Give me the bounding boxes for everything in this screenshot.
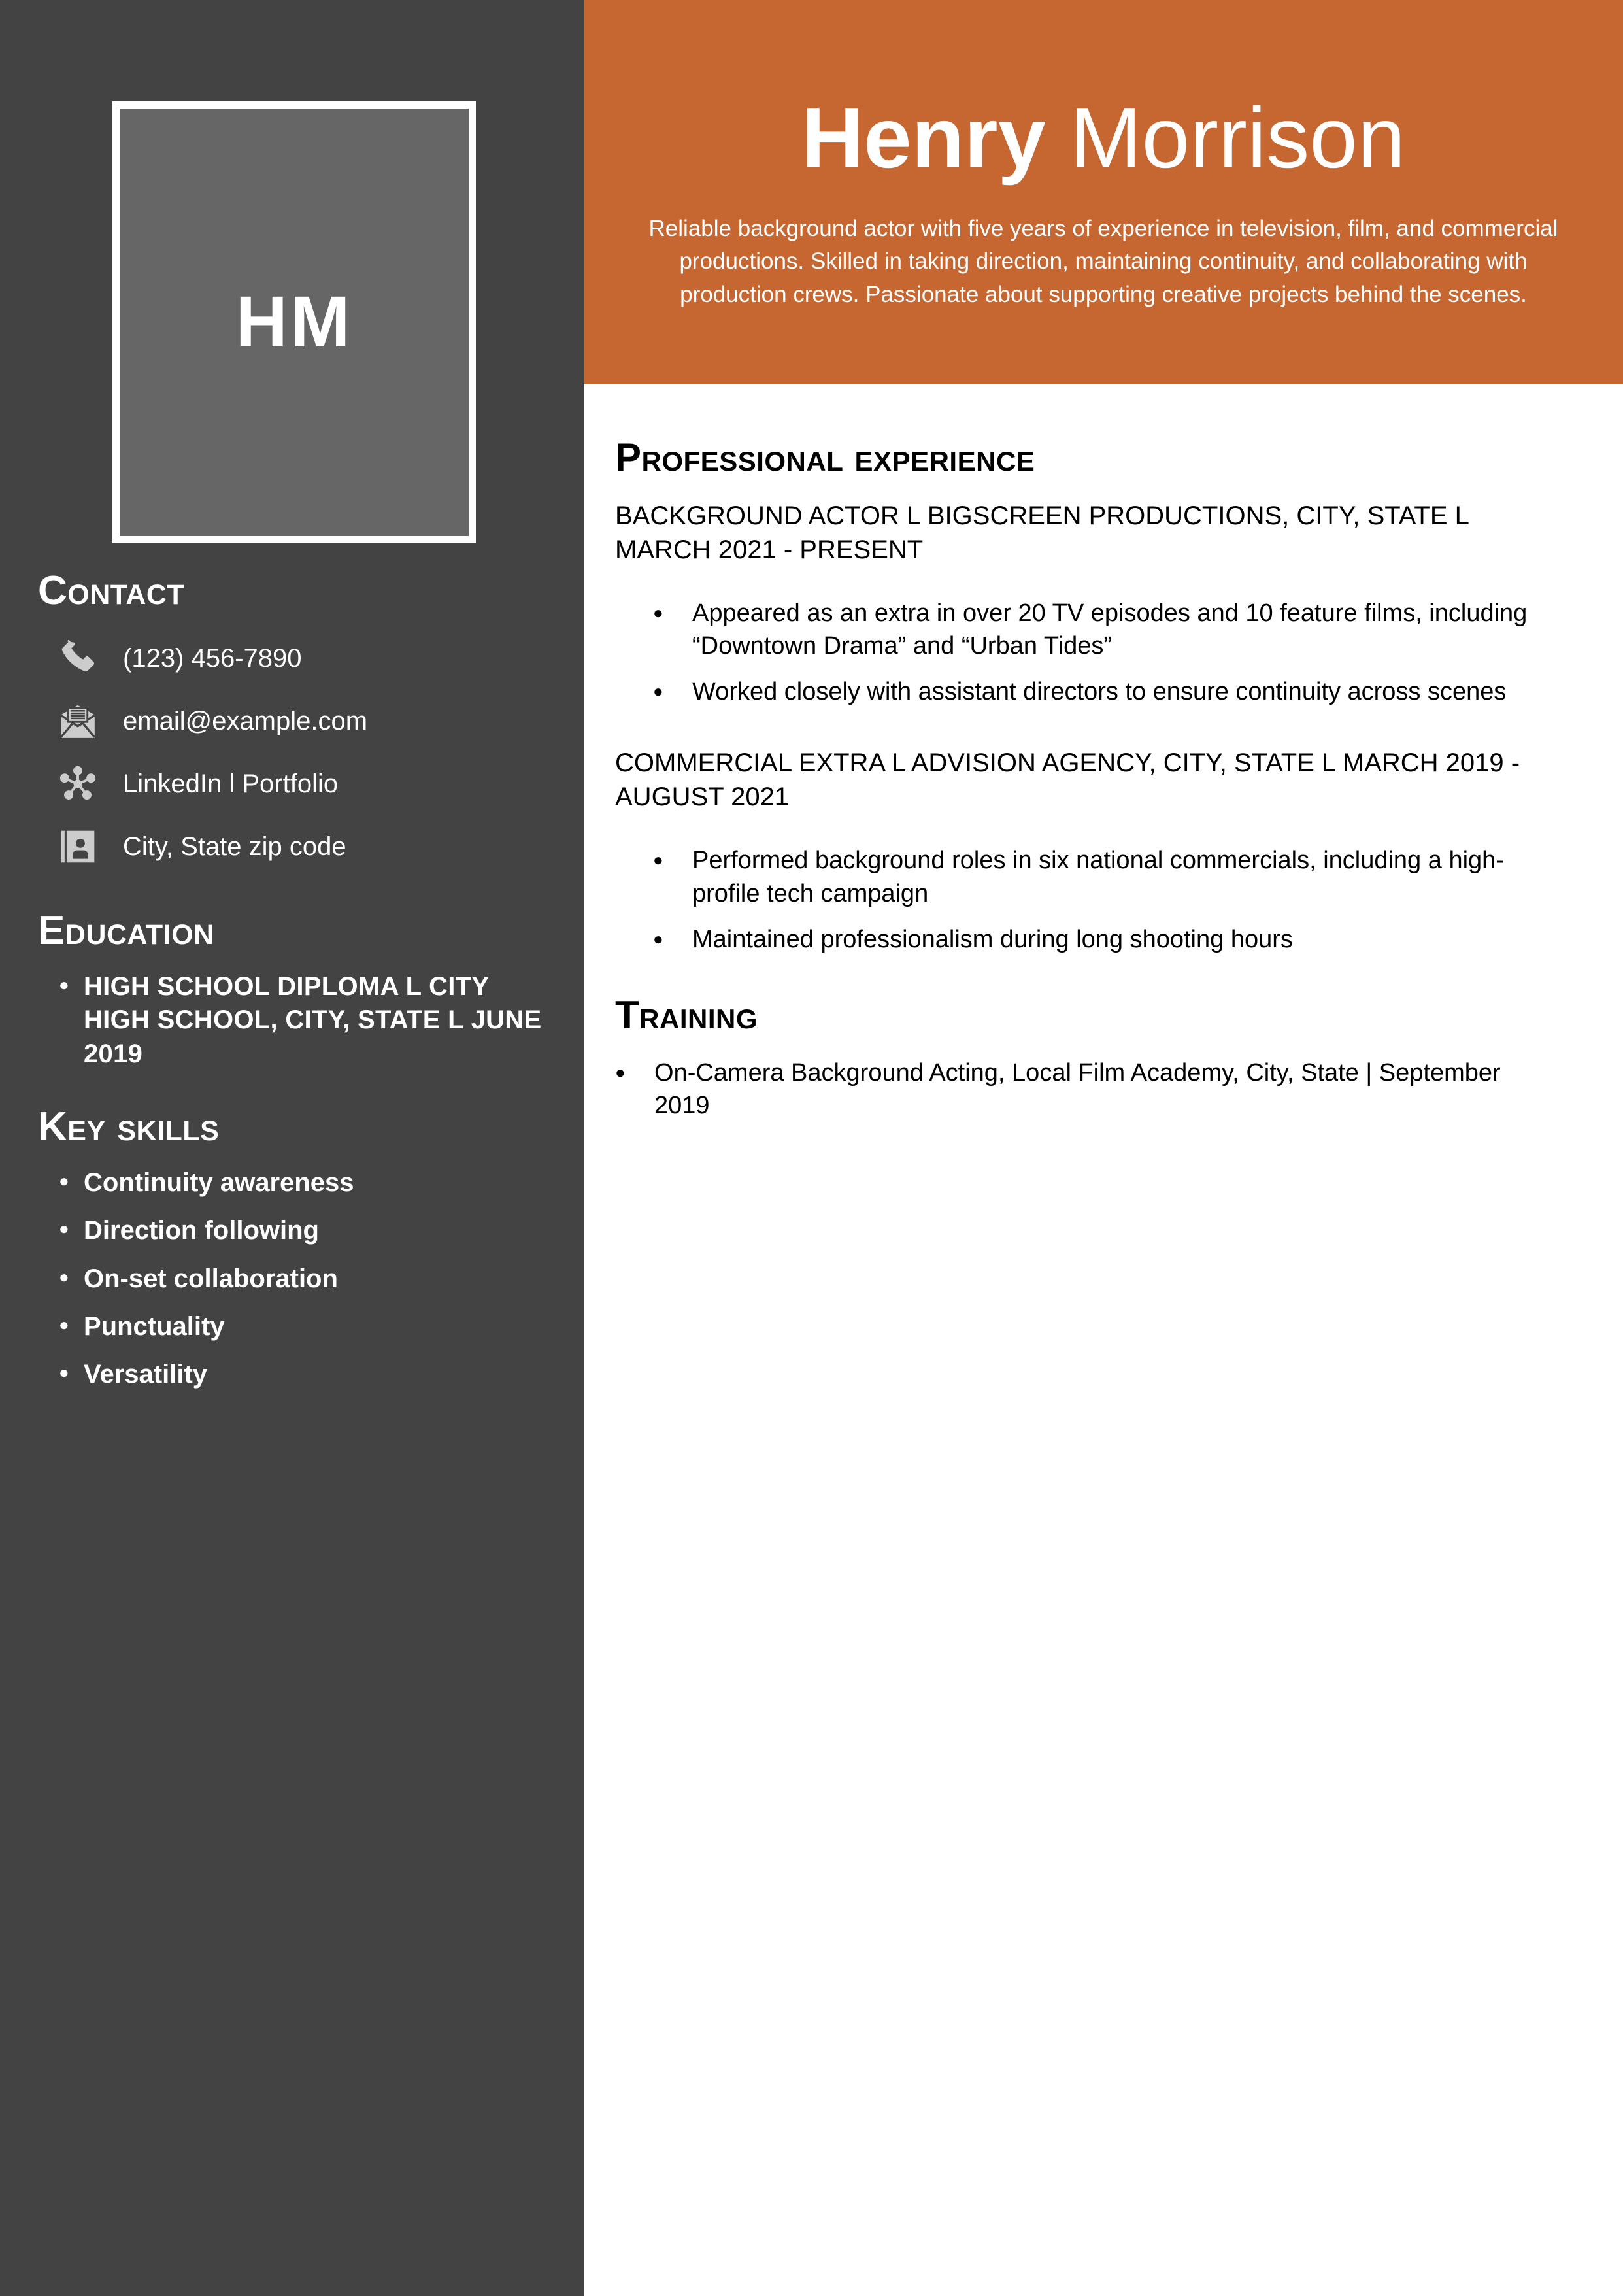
profile-photo-placeholder: HM xyxy=(112,101,476,543)
job-bullet: Performed background roles in six nation… xyxy=(615,844,1558,909)
skill-item: On-set collaboration xyxy=(38,1262,561,1296)
header-band: Henry Morrison Reliable background actor… xyxy=(584,0,1623,384)
job-bullet: Appeared as an extra in over 20 TV episo… xyxy=(615,597,1558,662)
network-share-icon xyxy=(52,758,103,809)
job-title: BACKGROUND ACTOR l BIGSCREEN PRODUCTIONS… xyxy=(615,501,1469,564)
job-bullets: Appeared as an extra in over 20 TV episo… xyxy=(615,597,1558,708)
phone-icon xyxy=(52,633,103,684)
job-bullet: Worked closely with assistant directors … xyxy=(615,675,1558,708)
skill-item: Punctuality xyxy=(38,1310,561,1343)
training-heading: Training xyxy=(615,992,758,1037)
job-bullets: Performed background roles in six nation… xyxy=(615,844,1558,955)
contact-phone-row[interactable]: (123) 456-7890 xyxy=(38,630,561,686)
profile-initials: HM xyxy=(235,282,353,362)
contact-list: (123) 456-7890 email@example.com LinkedI… xyxy=(38,630,561,875)
education-section: Education HIGH SCHOOL DIPLOMA l CITY HIG… xyxy=(38,908,561,1085)
contact-heading: Contact xyxy=(38,568,185,613)
skill-item: Direction following xyxy=(38,1214,561,1247)
key-skills-section: Key skills Continuity awareness Directio… xyxy=(38,1104,561,1406)
training-item: On-Camera Background Acting, Local Film … xyxy=(615,1056,1558,1122)
skill-item: Continuity awareness xyxy=(38,1166,561,1200)
last-name: Morrison xyxy=(1046,90,1406,186)
professional-summary: Reliable background actor with five year… xyxy=(648,215,1558,308)
contact-social-value: LinkedIn l Portfolio xyxy=(123,769,339,799)
contact-card-icon xyxy=(52,821,103,872)
sidebar: HM Contact (123) 456-7890 email@example.… xyxy=(0,0,584,2296)
job-bullet: Maintained professionalism during long s… xyxy=(615,923,1558,956)
education-heading: Education xyxy=(38,908,214,953)
skill-item: Versatility xyxy=(38,1358,561,1391)
contact-social-row[interactable]: LinkedIn l Portfolio xyxy=(38,756,561,812)
contact-address-row[interactable]: City, State zip code xyxy=(38,819,561,875)
key-skills-list: Continuity awareness Direction following… xyxy=(38,1166,561,1391)
contact-email-row[interactable]: email@example.com xyxy=(38,693,561,749)
contact-phone-value: (123) 456-7890 xyxy=(123,644,302,673)
education-item: HIGH SCHOOL DIPLOMA l CITY HIGH SCHOOL, … xyxy=(38,970,561,1071)
education-list: HIGH SCHOOL DIPLOMA l CITY HIGH SCHOOL, … xyxy=(38,970,561,1071)
experience-heading: Professional experience xyxy=(615,435,1035,479)
job-title: COMMERCIAL EXTRA l ADVISION AGENCY, CITY… xyxy=(615,749,1520,812)
training-list: On-Camera Background Acting, Local Film … xyxy=(615,1056,1558,1122)
key-skills-heading: Key skills xyxy=(38,1104,220,1149)
page-title: Henry Morrison xyxy=(618,90,1589,186)
resume-page: HM Contact (123) 456-7890 email@example.… xyxy=(0,0,1623,2296)
contact-email-value: email@example.com xyxy=(123,707,368,736)
contact-section: Contact (123) 456-7890 email@example.com… xyxy=(38,568,561,881)
envelope-icon xyxy=(52,696,103,747)
contact-address-value: City, State zip code xyxy=(123,832,346,862)
first-name: Henry xyxy=(801,90,1046,186)
main-content: Professional experience BACKGROUND ACTOR… xyxy=(584,384,1623,2296)
